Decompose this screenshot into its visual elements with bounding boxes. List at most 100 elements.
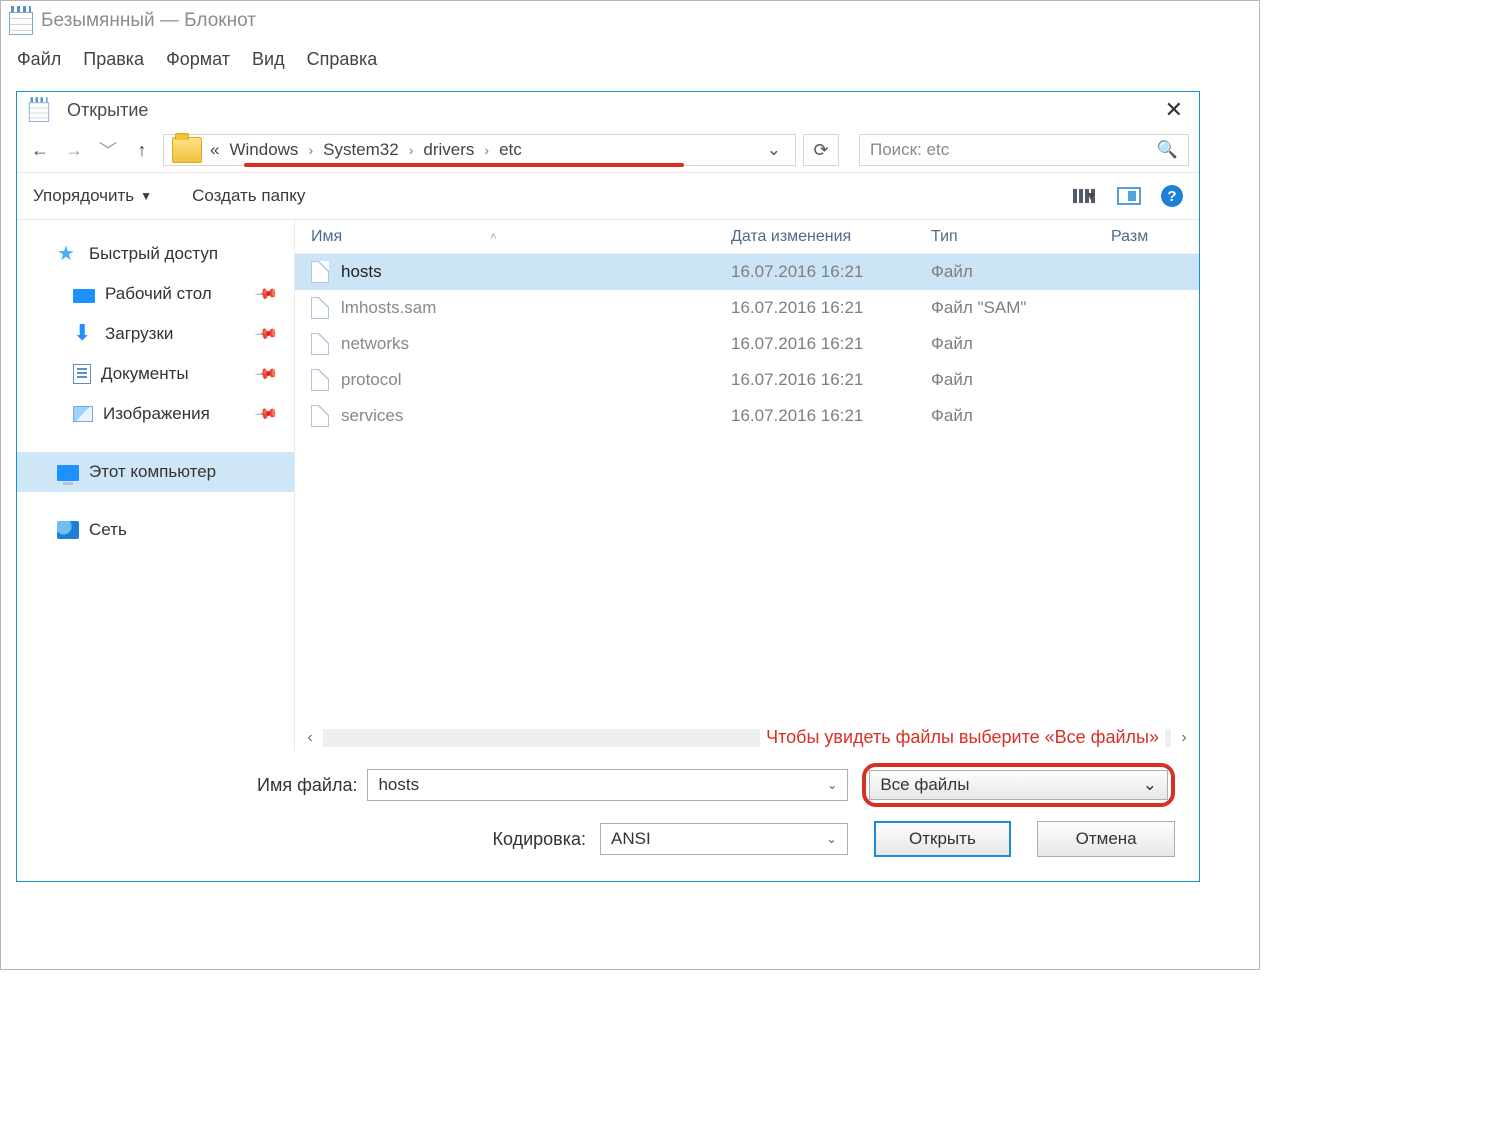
computer-icon: [57, 465, 79, 481]
file-type: Файл "SAM": [931, 298, 1151, 318]
file-type: Файл: [931, 334, 1151, 354]
column-header-name[interactable]: Имя ˄: [311, 228, 731, 246]
file-row[interactable]: hosts16.07.2016 16:21Файл: [295, 254, 1199, 290]
breadcrumb-part[interactable]: drivers: [423, 140, 474, 160]
file-type: Файл: [931, 370, 1151, 390]
menu-format[interactable]: Формат: [166, 49, 230, 70]
nav-back-button[interactable]: ←: [27, 140, 53, 161]
file-date: 16.07.2016 16:21: [731, 334, 931, 354]
sidebar-item-pictures[interactable]: Изображения 📌: [17, 394, 294, 434]
sidebar-item-quick-access[interactable]: ★ Быстрый доступ: [17, 234, 294, 274]
annotation-underline: [244, 163, 684, 167]
filename-input[interactable]: hosts ⌄: [367, 769, 848, 801]
refresh-button[interactable]: ⟳: [803, 134, 839, 166]
preview-pane-button[interactable]: [1117, 187, 1141, 205]
notepad-title: Безымянный — Блокнот: [41, 10, 256, 32]
horizontal-scrollbar[interactable]: ‹ Чтобы увидеть файлы выберите «Все файл…: [295, 725, 1199, 751]
file-name: lmhosts.sam: [341, 298, 731, 318]
file-icon: [311, 333, 329, 355]
file-type: Файл: [931, 406, 1151, 426]
sidebar-item-label: Документы: [101, 364, 189, 384]
caret-down-icon: ⌄: [1143, 775, 1157, 795]
scroll-right-button[interactable]: ›: [1175, 729, 1193, 747]
cancel-button[interactable]: Отмена: [1037, 821, 1175, 857]
sidebar-item-desktop[interactable]: Рабочий стол 📌: [17, 274, 294, 314]
search-icon: 🔍: [1157, 140, 1178, 160]
pin-icon: 📌: [254, 401, 280, 427]
navigation-sidebar: ★ Быстрый доступ Рабочий стол 📌 ⬇ Загруз…: [17, 220, 295, 751]
sidebar-item-label: Сеть: [89, 520, 127, 540]
search-input[interactable]: Поиск: etc 🔍: [859, 134, 1189, 166]
column-label: Имя: [311, 228, 342, 246]
breadcrumb-part[interactable]: System32: [323, 140, 399, 160]
encoding-select[interactable]: ANSI ⌄: [600, 823, 848, 855]
column-headers: Имя ˄ Дата изменения Тип Разм: [295, 220, 1199, 254]
breadcrumb-list: « Windows› System32› drivers› etc: [206, 135, 522, 165]
organize-button[interactable]: Упорядочить ▼: [33, 186, 152, 206]
document-icon: [73, 364, 91, 384]
file-icon: [311, 405, 329, 427]
scroll-left-button[interactable]: ‹: [301, 729, 319, 747]
file-row[interactable]: protocol16.07.2016 16:21Файл: [295, 362, 1199, 398]
menu-file[interactable]: Файл: [17, 49, 61, 70]
view-mode-button[interactable]: ▼: [1073, 189, 1097, 203]
network-icon: [57, 521, 79, 539]
sidebar-item-label: Этот компьютер: [89, 462, 216, 482]
file-row[interactable]: services16.07.2016 16:21Файл: [295, 398, 1199, 434]
star-icon: ★: [57, 244, 79, 264]
file-date: 16.07.2016 16:21: [731, 262, 931, 282]
nav-forward-button[interactable]: →: [61, 140, 87, 161]
filename-label: Имя файла:: [41, 775, 367, 796]
breadcrumb-prefix: «: [210, 140, 219, 160]
dialog-app-icon: [29, 98, 49, 122]
column-header-type[interactable]: Тип: [931, 228, 1111, 246]
column-header-date[interactable]: Дата изменения: [731, 228, 931, 246]
sidebar-item-label: Рабочий стол: [105, 284, 212, 304]
column-header-size[interactable]: Разм: [1111, 228, 1199, 246]
open-button[interactable]: Открыть: [874, 821, 1012, 857]
file-pane: Имя ˄ Дата изменения Тип Разм hosts16.07…: [295, 220, 1199, 751]
sidebar-item-label: Загрузки: [105, 324, 173, 344]
pin-icon: 📌: [254, 361, 280, 387]
new-folder-button[interactable]: Создать папку: [192, 186, 305, 206]
sort-asc-icon: ˄: [490, 231, 496, 243]
nav-up-button[interactable]: ↑: [129, 140, 155, 161]
view-list-icon: [1073, 189, 1077, 203]
file-icon: [311, 369, 329, 391]
pin-icon: 📌: [254, 281, 280, 307]
sidebar-item-network[interactable]: Сеть: [17, 510, 294, 550]
sidebar-item-label: Изображения: [103, 404, 210, 424]
menu-edit[interactable]: Правка: [83, 49, 144, 70]
menu-help[interactable]: Справка: [307, 49, 378, 70]
annotation-highlight: Все файлы ⌄: [862, 763, 1175, 807]
file-name: networks: [341, 334, 731, 354]
file-date: 16.07.2016 16:21: [731, 370, 931, 390]
nav-history-button[interactable]: ﹀: [95, 137, 121, 163]
address-dropdown-button[interactable]: ⌄: [753, 140, 795, 160]
dialog-close-button[interactable]: ✕: [1159, 97, 1189, 123]
sidebar-item-documents[interactable]: Документы 📌: [17, 354, 294, 394]
breadcrumb-part[interactable]: Windows: [229, 140, 298, 160]
sidebar-item-downloads[interactable]: ⬇ Загрузки 📌: [17, 314, 294, 354]
open-file-dialog: Открытие ✕ ← → ﹀ ↑ « Windows› System32› …: [16, 91, 1200, 882]
file-icon: [311, 297, 329, 319]
help-button[interactable]: ?: [1161, 185, 1183, 207]
chevron-right-icon: ›: [484, 142, 489, 158]
file-type: Файл: [931, 262, 1151, 282]
notepad-app-icon: [9, 7, 33, 35]
file-list: hosts16.07.2016 16:21Файлlmhosts.sam16.0…: [295, 254, 1199, 725]
dialog-nav-row: ← → ﹀ ↑ « Windows› System32› drivers› et…: [17, 128, 1199, 172]
caret-down-icon: ▼: [140, 189, 152, 203]
breadcrumb-part[interactable]: etc: [499, 140, 522, 160]
desktop-icon: [73, 289, 95, 303]
encoding-value: ANSI: [611, 829, 651, 849]
caret-down-icon: ⌄: [827, 778, 837, 792]
file-row[interactable]: networks16.07.2016 16:21Файл: [295, 326, 1199, 362]
sidebar-item-this-pc[interactable]: Этот компьютер: [17, 452, 294, 492]
address-bar[interactable]: « Windows› System32› drivers› etc ⌄: [163, 134, 796, 166]
dialog-toolbar: Упорядочить ▼ Создать папку ▼ ?: [17, 172, 1199, 220]
file-row[interactable]: lmhosts.sam16.07.2016 16:21Файл "SAM": [295, 290, 1199, 326]
pictures-icon: [73, 406, 93, 422]
menu-view[interactable]: Вид: [252, 49, 285, 70]
filetype-select[interactable]: Все файлы ⌄: [869, 770, 1168, 800]
